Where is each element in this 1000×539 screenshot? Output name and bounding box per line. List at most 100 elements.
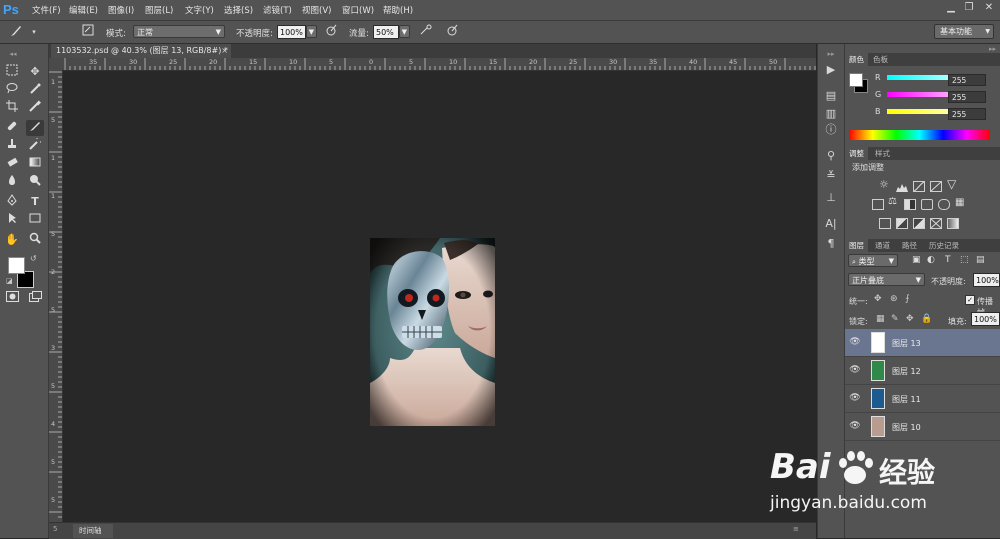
foreground-color-swatch[interactable] — [849, 73, 863, 87]
brush-presets-icon[interactable]: ⚲ — [823, 148, 839, 164]
brush-tool-icon[interactable] — [8, 24, 24, 40]
filter-type-icon[interactable]: T — [945, 255, 951, 265]
move-tool-icon[interactable]: ✥ — [26, 64, 44, 80]
history-icon[interactable]: ▤ — [823, 88, 839, 104]
menu-select[interactable]: 选择(S) — [224, 4, 253, 16]
unify-position-icon[interactable]: ✥ — [874, 294, 882, 304]
eyedropper-tool-icon[interactable] — [26, 100, 44, 116]
g-value[interactable]: 255 — [948, 91, 986, 103]
clone-stamp-tool-icon[interactable] — [3, 138, 21, 154]
exposure-icon[interactable] — [930, 181, 942, 192]
lock-all-icon[interactable]: 🔒 — [921, 314, 932, 324]
visibility-eye-icon[interactable]: 👁 — [849, 421, 861, 431]
fill-field[interactable]: 100% — [971, 312, 1000, 326]
history-brush-tool-icon[interactable] — [26, 135, 44, 154]
paragraph-icon[interactable]: ¶ — [823, 236, 839, 252]
info-icon[interactable]: ⓘ — [823, 122, 839, 138]
posterize-icon[interactable] — [896, 218, 908, 229]
layer-row[interactable]: 👁 图层 10 — [845, 413, 1000, 441]
flow-slider-button[interactable]: ▼ — [399, 25, 410, 38]
airbrush-icon[interactable] — [418, 24, 434, 40]
tool-preset-caret-icon[interactable]: ▾ — [26, 24, 42, 40]
panel-collapse-icon[interactable]: ▸▸ — [989, 45, 996, 53]
selective-color-icon[interactable] — [930, 218, 942, 229]
blur-tool-icon[interactable] — [3, 174, 21, 190]
color-spectrum-bar[interactable] — [849, 130, 990, 140]
dodge-tool-icon[interactable] — [26, 174, 44, 190]
properties-icon[interactable]: ▥ — [823, 106, 839, 122]
menu-view[interactable]: 视图(V) — [302, 4, 331, 16]
menu-window[interactable]: 窗口(W) — [342, 4, 374, 16]
color-balance-icon[interactable]: ⚖ — [888, 196, 897, 207]
layer-row[interactable]: 👁 图层 13 — [845, 329, 1000, 357]
filter-shape-icon[interactable]: ⬚ — [960, 255, 969, 265]
black-white-icon[interactable] — [904, 199, 916, 210]
menu-file[interactable]: 文件(F) — [32, 4, 61, 16]
horizontal-ruler[interactable]: 35 30 25 20 15 10 5 0 5 10 15 20 25 30 35 40 45 50 — [63, 58, 816, 71]
panel-collapse-icon[interactable]: ◂◂ — [4, 46, 22, 62]
lasso-tool-icon[interactable] — [3, 82, 21, 98]
play-actions-icon[interactable]: ▶ — [823, 62, 839, 78]
channel-mixer-icon[interactable] — [938, 199, 950, 210]
workspace-switcher[interactable]: 基本功能 ▼ — [934, 24, 994, 39]
mode-dropdown[interactable]: 正常 ▼ — [133, 25, 225, 38]
photo-filter-icon[interactable] — [921, 199, 933, 210]
lock-pixels-icon[interactable]: ✎ — [891, 314, 899, 324]
swap-colors-icon[interactable]: ↺ — [30, 254, 37, 263]
layer-opacity-field[interactable]: 100% — [973, 273, 1000, 287]
screen-mode-icon[interactable] — [26, 291, 44, 307]
gradient-tool-icon[interactable] — [26, 156, 44, 172]
character-icon[interactable]: A| — [823, 216, 839, 232]
opacity-slider-button[interactable]: ▼ — [306, 25, 317, 38]
pen-tool-icon[interactable] — [3, 194, 21, 210]
unify-visibility-icon[interactable]: ⊛ — [890, 294, 898, 304]
pressure-opacity-icon[interactable] — [323, 24, 339, 40]
default-colors-icon[interactable]: ◪ — [6, 277, 13, 285]
document-image[interactable] — [370, 238, 495, 426]
flow-field[interactable]: 50% — [373, 25, 399, 39]
visibility-eye-icon[interactable]: 👁 — [849, 393, 861, 403]
hand-tool-icon[interactable]: ✋ — [3, 232, 21, 248]
menu-edit[interactable]: 编辑(E) — [69, 4, 98, 16]
levels-icon[interactable] — [896, 181, 908, 192]
menu-help[interactable]: 帮助(H) — [383, 4, 413, 16]
filter-adjustment-icon[interactable]: ◐ — [927, 255, 935, 265]
eraser-tool-icon[interactable] — [3, 156, 21, 172]
r-value[interactable]: 255 — [948, 74, 986, 86]
filter-pixel-icon[interactable]: ▣ — [912, 255, 921, 265]
lock-position-icon[interactable]: ✥ — [906, 314, 914, 324]
minimize-icon[interactable]: ▁ — [944, 2, 958, 14]
layer-row[interactable]: 👁 图层 12 — [845, 357, 1000, 385]
close-icon[interactable]: × — [221, 44, 228, 58]
quick-select-tool-icon[interactable] — [26, 82, 44, 98]
zoom-tool-icon[interactable] — [26, 232, 44, 248]
foreground-color-swatch[interactable] — [8, 257, 25, 274]
unify-style-icon[interactable]: ⨍ — [905, 294, 910, 304]
document-tab[interactable]: 1103532.psd @ 40.3% (图层 13, RGB/8#) * × — [51, 44, 231, 58]
canvas-area[interactable] — [63, 71, 816, 522]
gradient-map-icon[interactable] — [947, 218, 959, 229]
tab-timeline[interactable]: 时间轴 — [73, 524, 113, 538]
menu-layer[interactable]: 图层(L) — [145, 4, 173, 16]
brush-panel-toggle-icon[interactable] — [80, 24, 96, 40]
layer-filter-dropdown[interactable]: ⌕ 类型 ▼ — [848, 254, 898, 267]
tab-history[interactable]: 历史记录 — [925, 239, 963, 252]
ruler-origin[interactable] — [49, 58, 63, 70]
brush-settings-icon[interactable]: ≚ — [823, 168, 839, 184]
tab-adjustments[interactable]: 调整 — [845, 147, 868, 160]
hue-saturation-icon[interactable] — [872, 199, 884, 210]
menu-image[interactable]: 图像(I) — [108, 4, 134, 16]
tab-paths[interactable]: 路径 — [898, 239, 921, 252]
restore-icon[interactable]: ❐ — [962, 2, 976, 14]
panel-collapse-icon[interactable]: 5 — [53, 525, 57, 533]
marquee-tool-icon[interactable] — [3, 64, 21, 80]
filter-smart-object-icon[interactable]: ▤ — [976, 255, 985, 265]
visibility-eye-icon[interactable]: 👁 — [849, 365, 861, 375]
menu-type[interactable]: 文字(Y) — [185, 4, 214, 16]
vibrance-icon[interactable]: ▽ — [947, 177, 956, 191]
panel-collapse-icon[interactable]: ▸▸ — [823, 46, 839, 62]
tab-color[interactable]: 颜色 — [845, 53, 868, 66]
menu-filter[interactable]: 滤镜(T) — [263, 4, 292, 16]
threshold-icon[interactable] — [913, 218, 925, 229]
panel-menu-icon[interactable]: ≡ — [793, 525, 799, 533]
